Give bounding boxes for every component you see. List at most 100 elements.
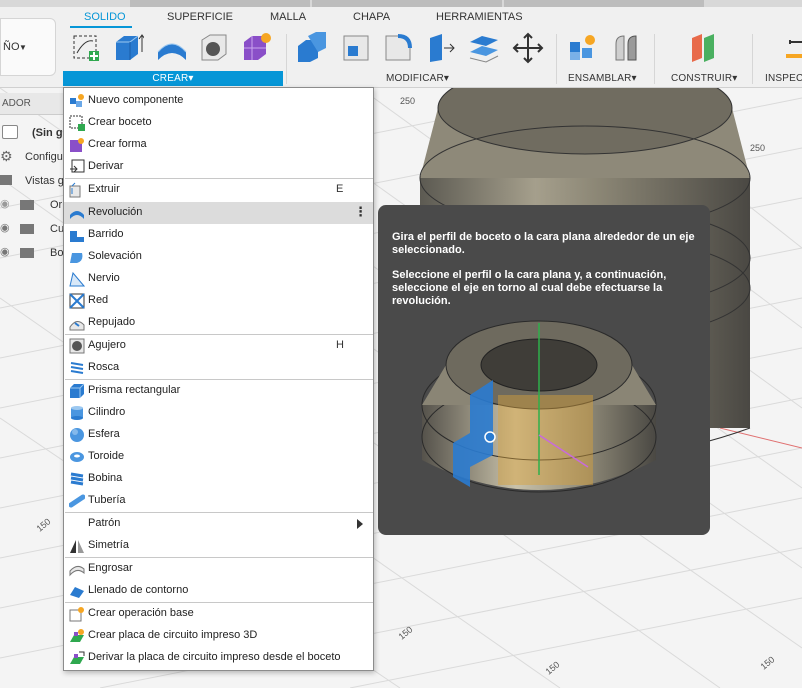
shell-tool[interactable] [424,32,456,64]
menu-item-mirror[interactable]: Simetría [64,535,373,557]
more-options-icon[interactable]: ⋮ [354,204,367,220]
tab-chapa[interactable]: CHAPA [353,11,390,23]
browser-row-views[interactable]: Vistas g [0,170,64,192]
menu-item-shortcut: H [336,339,344,351]
menu-item-label: Patrón [88,517,121,529]
tab-superficie[interactable]: SUPERFICIE [167,11,233,23]
chamfer-icon [385,34,412,61]
create-form-icon [244,33,271,60]
menu-item-new-component[interactable]: Nuevo componente [64,90,373,112]
eye-icon[interactable]: ◉ [0,197,10,210]
browser-row-sketches[interactable]: ◉ Bo [0,242,64,264]
inspeccionar-group-button[interactable]: INSPECC [765,73,802,84]
menu-item-create-form[interactable]: Crear forma [64,134,373,156]
menu-item-label: Red [88,294,109,306]
menu-item-extrude[interactable]: Extruir E [64,179,373,201]
tab-herramientas[interactable]: HERRAMIENTAS [436,11,523,23]
menu-item-label: Engrosar [88,562,133,574]
tab-solido[interactable]: SOLIDO [84,11,126,23]
menu-item-thread[interactable]: Rosca [64,357,373,379]
menu-item-create-sketch[interactable]: Crear boceto [64,112,373,134]
menu-item-web[interactable]: Red [64,290,373,312]
new-component-tool[interactable] [566,32,598,64]
menu-item-label: Crear placa de circuito impreso 3D [88,629,258,641]
split-body-tool[interactable] [468,32,500,64]
extrude-tool[interactable] [112,32,144,64]
menu-item-loft[interactable]: Solevación [64,246,373,268]
menu-item-label: Cilindro [88,406,126,418]
thicken-icon [69,565,85,577]
menu-item-label: Agujero [88,339,126,351]
menu-item-label: Llenado de contorno [88,584,189,596]
menu-item-pcb-derive[interactable]: Derivar la placa de circuito impreso des… [64,647,373,669]
shell-icon [430,34,455,62]
menu-item-cylinder[interactable]: Cilindro [64,402,373,424]
browser-row-origin[interactable]: ◉ Or [0,194,64,216]
crear-group-button[interactable]: CREAR▾ [63,71,283,86]
menu-item-label: Barrido [88,228,124,240]
browser-row-label: Bo [50,247,64,259]
menu-item-label: Derivar la placa de circuito impreso des… [88,651,341,663]
menu-item-label: Rosca [88,361,120,373]
offset-plane-tool[interactable] [688,32,720,64]
derive-icon [70,159,85,173]
menu-item-hole[interactable]: Agujero H [64,335,373,357]
extrude-icon [116,34,144,60]
revolve-tool[interactable] [156,32,188,64]
move-tool[interactable] [512,32,544,64]
menu-item-label: Revolución [88,206,143,218]
menu-item-revolve[interactable]: Revolución ⋮ [64,202,373,224]
chevron-down-icon: ▾ [631,73,637,84]
modificar-label: MODIFICAR [386,73,444,84]
create-form-tool[interactable] [240,32,272,64]
toolbar: ÑO ▼ SOLIDO SUPERFICIE MALLA CHAPA HERRA… [0,0,802,88]
menu-item-derive[interactable]: Derivar [64,156,373,178]
folder-icon [20,224,34,234]
fillet-tool[interactable] [340,32,372,64]
joint-icon [615,35,637,61]
create-sketch-tool[interactable] [70,32,102,64]
boundary-fill-icon [70,587,84,598]
menu-item-pattern[interactable]: Patrón [64,513,373,535]
ensamblar-group-button[interactable]: ENSAMBLAR▾ [568,73,637,84]
joint-tool[interactable] [610,32,642,64]
eye-icon[interactable]: ◉ [0,221,10,234]
toolbar-separator [556,34,557,84]
browser-row-settings[interactable]: ⚙ Configu [0,146,64,168]
press-pull-tool[interactable] [296,32,328,64]
menu-item-sphere[interactable]: Esfera [64,424,373,446]
menu-item-base-feature[interactable]: Crear operación base [64,603,373,625]
menu-item-sweep[interactable]: Barrido [64,224,373,246]
submenu-arrow-icon [357,519,363,529]
toolbar-separator [654,34,655,84]
toolbar-separator [752,34,753,84]
toolbar-separator [286,34,287,84]
browser-row-label: (Sin g [32,127,63,139]
menu-item-label: Prisma rectangular [88,384,181,396]
modificar-group-button[interactable]: MODIFICAR▾ [386,73,449,84]
menu-item-emboss[interactable]: Repujado [64,312,373,334]
menu-item-coil[interactable]: Bobina [64,468,373,490]
browser-row-bodies[interactable]: ◉ Cu [0,218,64,240]
menu-item-pcb-3d[interactable]: Crear placa de circuito impreso 3D [64,625,373,647]
menu-item-shortcut: E [336,183,344,195]
menu-item-rib[interactable]: Nervio [64,268,373,290]
measure-tool[interactable] [782,32,802,64]
menu-item-boundary-fill[interactable]: Llenado de contorno [64,580,373,602]
chamfer-tool[interactable] [382,32,414,64]
menu-item-label: Nuevo componente [88,94,184,106]
hole-tool[interactable] [198,32,230,64]
menu-item-thicken[interactable]: Engrosar [64,558,373,580]
menu-item-box[interactable]: Prisma rectangular [64,380,373,402]
chevron-down-icon: ▾ [188,73,194,84]
construir-group-button[interactable]: CONSTRUIR▾ [671,73,737,84]
eye-icon[interactable]: ◉ [0,245,10,258]
sweep-icon [70,231,84,242]
menu-item-pipe[interactable]: Tubería [64,490,373,512]
revolve-icon [157,43,187,60]
construir-label: CONSTRUIR [671,73,733,84]
tab-malla[interactable]: MALLA [270,11,306,23]
browser-row-document[interactable]: (Sin g [0,122,64,144]
menu-item-torus[interactable]: Toroide [64,446,373,468]
workspace-switcher[interactable]: ÑO ▼ [0,18,56,76]
